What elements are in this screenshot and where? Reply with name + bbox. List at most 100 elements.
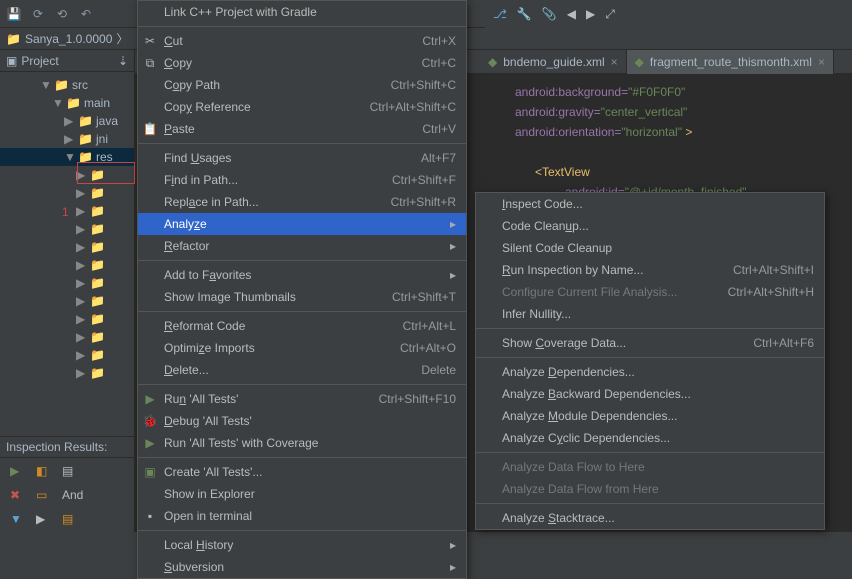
submenu-cyclic-deps[interactable]: Analyze Cyclic Dependencies... [476, 427, 824, 449]
submenu-configure-analysis: Configure Current File Analysis...Ctrl+A… [476, 281, 824, 303]
filter-icon[interactable]: ▼ [10, 512, 24, 526]
submenu-dataflow-to: Analyze Data Flow to Here [476, 456, 824, 478]
close-tab-icon[interactable]: × [818, 55, 825, 69]
submenu-code-cleanup[interactable]: Code Cleanup... [476, 215, 824, 237]
tree-sub[interactable]: ▶📁 [0, 184, 134, 202]
run-icon: ▶ [143, 392, 157, 406]
run-icon[interactable]: ▶ [10, 464, 24, 478]
menu-copy[interactable]: ⧉CopyCtrl+C [138, 52, 466, 74]
tree-java[interactable]: ▶📁java [0, 112, 134, 130]
submenu-infer-nullity[interactable]: Infer Nullity... [476, 303, 824, 325]
refresh-icon[interactable]: ⟲ [54, 6, 70, 22]
menu-reformat[interactable]: Reformat CodeCtrl+Alt+L [138, 315, 466, 337]
context-menu: Link C++ Project with Gradle ✂CutCtrl+X … [137, 0, 467, 579]
project-panel-header[interactable]: ▣ Project ⇣ [0, 50, 134, 72]
menu-cut[interactable]: ✂CutCtrl+X [138, 30, 466, 52]
submenu-backward-deps[interactable]: Analyze Backward Dependencies... [476, 383, 824, 405]
xml-icon: ◆ [488, 55, 497, 69]
cut-icon: ✂ [143, 34, 157, 48]
submenu-coverage[interactable]: Show Coverage Data...Ctrl+Alt+F6 [476, 332, 824, 354]
tree-src[interactable]: ▼📁src [0, 76, 134, 94]
module-icon[interactable]: ◧ [36, 464, 50, 478]
menu-create-tests[interactable]: ▣Create 'All Tests'... [138, 461, 466, 483]
back-icon[interactable]: ◀ [567, 7, 576, 21]
menu-show-thumbnails[interactable]: Show Image ThumbnailsCtrl+Shift+T [138, 286, 466, 308]
menu-replace-in-path[interactable]: Replace in Path...Ctrl+Shift+R [138, 191, 466, 213]
copy-icon: ⧉ [143, 56, 157, 70]
paste-icon: 📋 [143, 122, 157, 136]
menu-subversion[interactable]: Subversion▸ [138, 556, 466, 578]
submenu-stacktrace[interactable]: Analyze Stacktrace... [476, 507, 824, 529]
menu-analyze[interactable]: Analyze▸ [138, 213, 466, 235]
menu-open-terminal[interactable]: ▪Open in terminal [138, 505, 466, 527]
folder-icon: 📁 [6, 32, 21, 46]
expand-icon[interactable]: ▶ [36, 512, 50, 526]
tree-sub[interactable]: ▶📁 [0, 220, 134, 238]
tree-res[interactable]: ▼📁res [0, 148, 134, 166]
wrench-icon[interactable]: 🔧 [517, 7, 532, 21]
undo-icon[interactable]: ↶ [78, 6, 94, 22]
tree-sub[interactable]: ▶📁 [0, 274, 134, 292]
menu-copy-reference[interactable]: Copy ReferenceCtrl+Alt+Shift+C [138, 96, 466, 118]
tree-icon[interactable]: ▤ [62, 464, 76, 478]
forward-icon[interactable]: ▶ [586, 7, 595, 21]
analyze-submenu: Inspect Code... Code Cleanup... Silent C… [475, 192, 825, 530]
book-icon[interactable]: ▭ [36, 488, 50, 502]
submenu-inspect-code[interactable]: Inspect Code... [476, 193, 824, 215]
tree-sub[interactable]: ▶📁 [0, 238, 134, 256]
inspection-results-header[interactable]: Inspection Results: [0, 436, 134, 458]
tree-jni[interactable]: ▶📁jni [0, 130, 134, 148]
submenu-silent-cleanup[interactable]: Silent Code Cleanup [476, 237, 824, 259]
breadcrumb-project[interactable]: Sanya_1.0.0000 [25, 32, 112, 46]
menu-paste[interactable]: 📋PasteCtrl+V [138, 118, 466, 140]
close-tab-icon[interactable]: × [611, 55, 618, 69]
chevron-right-icon: 〉 [116, 30, 128, 47]
submenu-dataflow-from: Analyze Data Flow from Here [476, 478, 824, 500]
submenu-dependencies[interactable]: Analyze Dependencies... [476, 361, 824, 383]
project-sidebar: ▣ Project ⇣ ▼📁src ▼📁main ▶📁java ▶📁jni ▼📁… [0, 50, 135, 532]
menu-copy-path[interactable]: Copy PathCtrl+Shift+C [138, 74, 466, 96]
panel-title: Project [21, 54, 58, 68]
menu-local-history[interactable]: Local History▸ [138, 534, 466, 556]
menu-find-usages[interactable]: Find UsagesAlt+F7 [138, 147, 466, 169]
tree-sub[interactable]: ▶📁 [0, 292, 134, 310]
tree-sub[interactable]: ▶📁 [0, 310, 134, 328]
chevron-down-icon[interactable]: ⇣ [118, 54, 128, 68]
branch-icon[interactable]: ⎇ [493, 7, 507, 21]
inspection-body: ▶ ◧ ▤ ✖ ▭ And ▼ ▶ ▤ [0, 458, 134, 532]
menu-delete[interactable]: Delete...Delete [138, 359, 466, 381]
menu-link-cpp[interactable]: Link C++ Project with Gradle [138, 1, 466, 23]
tab-fragment[interactable]: ◆fragment_route_thismonth.xml× [627, 50, 834, 74]
tree-sub[interactable]: ▶📁 [0, 166, 134, 184]
tree-sub[interactable]: ▶📁 [0, 346, 134, 364]
submenu-run-inspection[interactable]: Run Inspection by Name...Ctrl+Alt+Shift+… [476, 259, 824, 281]
tree-sub[interactable]: ▶📁 [0, 202, 134, 220]
menu-run-tests[interactable]: ▶Run 'All Tests'Ctrl+Shift+F10 [138, 388, 466, 410]
debug-icon: 🐞 [143, 414, 157, 428]
project-tree: ▼📁src ▼📁main ▶📁java ▶📁jni ▼📁res ▶📁 ▶📁 ▶📁… [0, 72, 134, 386]
tree-sub[interactable]: ▶📁 [0, 328, 134, 346]
panel-icon: ▣ [6, 54, 17, 68]
android-icon: ▣ [143, 465, 157, 479]
inspection-item[interactable]: And [62, 488, 83, 502]
save-icon[interactable]: 💾 [6, 6, 22, 22]
menu-debug-tests[interactable]: 🐞Debug 'All Tests' [138, 410, 466, 432]
editor-toolbar: ⎇ 🔧 📎 ◀ ▶ ⤢ [485, 0, 852, 28]
attach-icon[interactable]: 📎 [542, 7, 557, 21]
menu-run-coverage[interactable]: ▶Run 'All Tests' with Coverage [138, 432, 466, 454]
menu-refactor[interactable]: Refactor▸ [138, 235, 466, 257]
menu-show-explorer[interactable]: Show in Explorer [138, 483, 466, 505]
menu-optimize-imports[interactable]: Optimize ImportsCtrl+Alt+O [138, 337, 466, 359]
terminal-icon: ▪ [143, 509, 157, 523]
tree-sub[interactable]: ▶📁 [0, 256, 134, 274]
menu-add-favorites[interactable]: Add to Favorites▸ [138, 264, 466, 286]
tree-sub[interactable]: ▶📁 [0, 364, 134, 382]
close-icon[interactable]: ✖ [10, 488, 24, 502]
menu-find-in-path[interactable]: Find in Path...Ctrl+Shift+F [138, 169, 466, 191]
submenu-module-deps[interactable]: Analyze Module Dependencies... [476, 405, 824, 427]
xml-icon: ◆ [635, 55, 644, 69]
expand-icon[interactable]: ⤢ [605, 7, 615, 22]
tree-main[interactable]: ▼📁main [0, 94, 134, 112]
sync-icon[interactable]: ⟳ [30, 6, 46, 22]
tab-bndemo[interactable]: ◆bndemo_guide.xml× [480, 50, 627, 74]
